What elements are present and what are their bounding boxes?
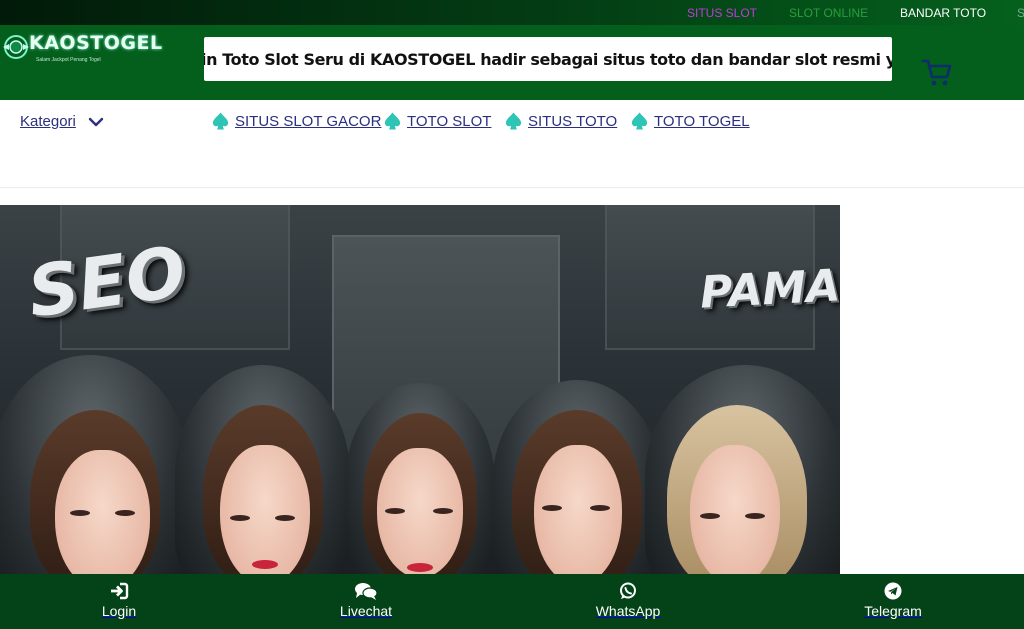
logo-emblem-icon bbox=[3, 35, 29, 59]
whatsapp-icon bbox=[620, 582, 636, 599]
kategori-dropdown[interactable]: Kategori bbox=[20, 113, 76, 130]
nav-item-label: TOTO TOGEL bbox=[654, 112, 750, 130]
nav-item-label: SITUS TOTO bbox=[528, 112, 618, 130]
page: SITUS SLOT SLOT ONLINE BANDAR TOTO S KAO… bbox=[0, 0, 1024, 629]
banner-figure bbox=[492, 380, 662, 574]
chat-icon bbox=[355, 583, 378, 600]
nav-item-situs-toto[interactable]: SITUS TOTO bbox=[504, 111, 617, 131]
nav-item-situs-slot-gacor[interactable]: SITUS SLOT GACOR bbox=[211, 111, 381, 131]
livechat-label: Livechat bbox=[339, 603, 393, 619]
whatsapp-button[interactable]: WhatsApp bbox=[588, 574, 668, 629]
livechat-button[interactable]: Livechat bbox=[331, 574, 401, 629]
nav-item-toto-slot[interactable]: TOTO SLOT bbox=[383, 111, 491, 131]
banner-figure bbox=[345, 383, 495, 574]
nav-item-label: TOTO SLOT bbox=[407, 112, 492, 130]
login-button[interactable]: Login bbox=[89, 574, 149, 629]
banner-figure bbox=[645, 365, 840, 574]
nav-item-label: SITUS SLOT GACOR bbox=[235, 112, 382, 130]
cart-icon bbox=[921, 59, 952, 86]
login-label: Login bbox=[101, 603, 137, 619]
bottom-action-bar: Login Livechat WhatsApp Telegram bbox=[0, 574, 1024, 629]
banner-figure bbox=[0, 355, 190, 574]
top-link-bandar-toto[interactable]: BANDAR TOTO bbox=[900, 6, 986, 20]
nav-item-toto-togel[interactable]: TOTO TOGEL bbox=[630, 111, 750, 131]
top-link-situs-slot[interactable]: SITUS SLOT bbox=[687, 6, 757, 20]
telegram-icon bbox=[884, 582, 902, 600]
hero-banner-image[interactable]: SEO PAMAN bbox=[0, 205, 840, 574]
spade-icon bbox=[212, 112, 229, 130]
spade-icon bbox=[384, 112, 401, 130]
login-icon bbox=[111, 582, 129, 600]
banner-text-paman: PAMAN bbox=[698, 258, 840, 319]
top-link-truncated[interactable]: S bbox=[1017, 6, 1024, 20]
cart-button[interactable] bbox=[921, 58, 953, 88]
spade-icon bbox=[505, 112, 522, 130]
logo-tagline: Salam Jackpot Penang Togel bbox=[36, 57, 101, 63]
announcement-marquee: in Toto Slot Seru di KAOSTOGEL hadir seb… bbox=[204, 37, 892, 81]
marquee-text: in Toto Slot Seru di KAOSTOGEL hadir seb… bbox=[204, 50, 892, 69]
telegram-button[interactable]: Telegram bbox=[853, 574, 933, 629]
telegram-label: Telegram bbox=[864, 603, 922, 619]
whatsapp-label: WhatsApp bbox=[595, 603, 661, 619]
spade-icon bbox=[631, 112, 648, 130]
chevron-down-icon[interactable] bbox=[88, 115, 104, 129]
site-logo[interactable]: KAOSTOGEL Salam Jackpot Penang Togel bbox=[0, 30, 162, 64]
top-link-bar: SITUS SLOT SLOT ONLINE BANDAR TOTO S bbox=[0, 0, 1024, 25]
category-nav: Kategori SITUS SLOT GACOR TOTO SLOT SITU… bbox=[0, 100, 1024, 188]
banner-figure bbox=[175, 365, 350, 574]
logo-text: KAOSTOGEL bbox=[29, 32, 163, 54]
top-link-slot-online[interactable]: SLOT ONLINE bbox=[789, 6, 868, 20]
